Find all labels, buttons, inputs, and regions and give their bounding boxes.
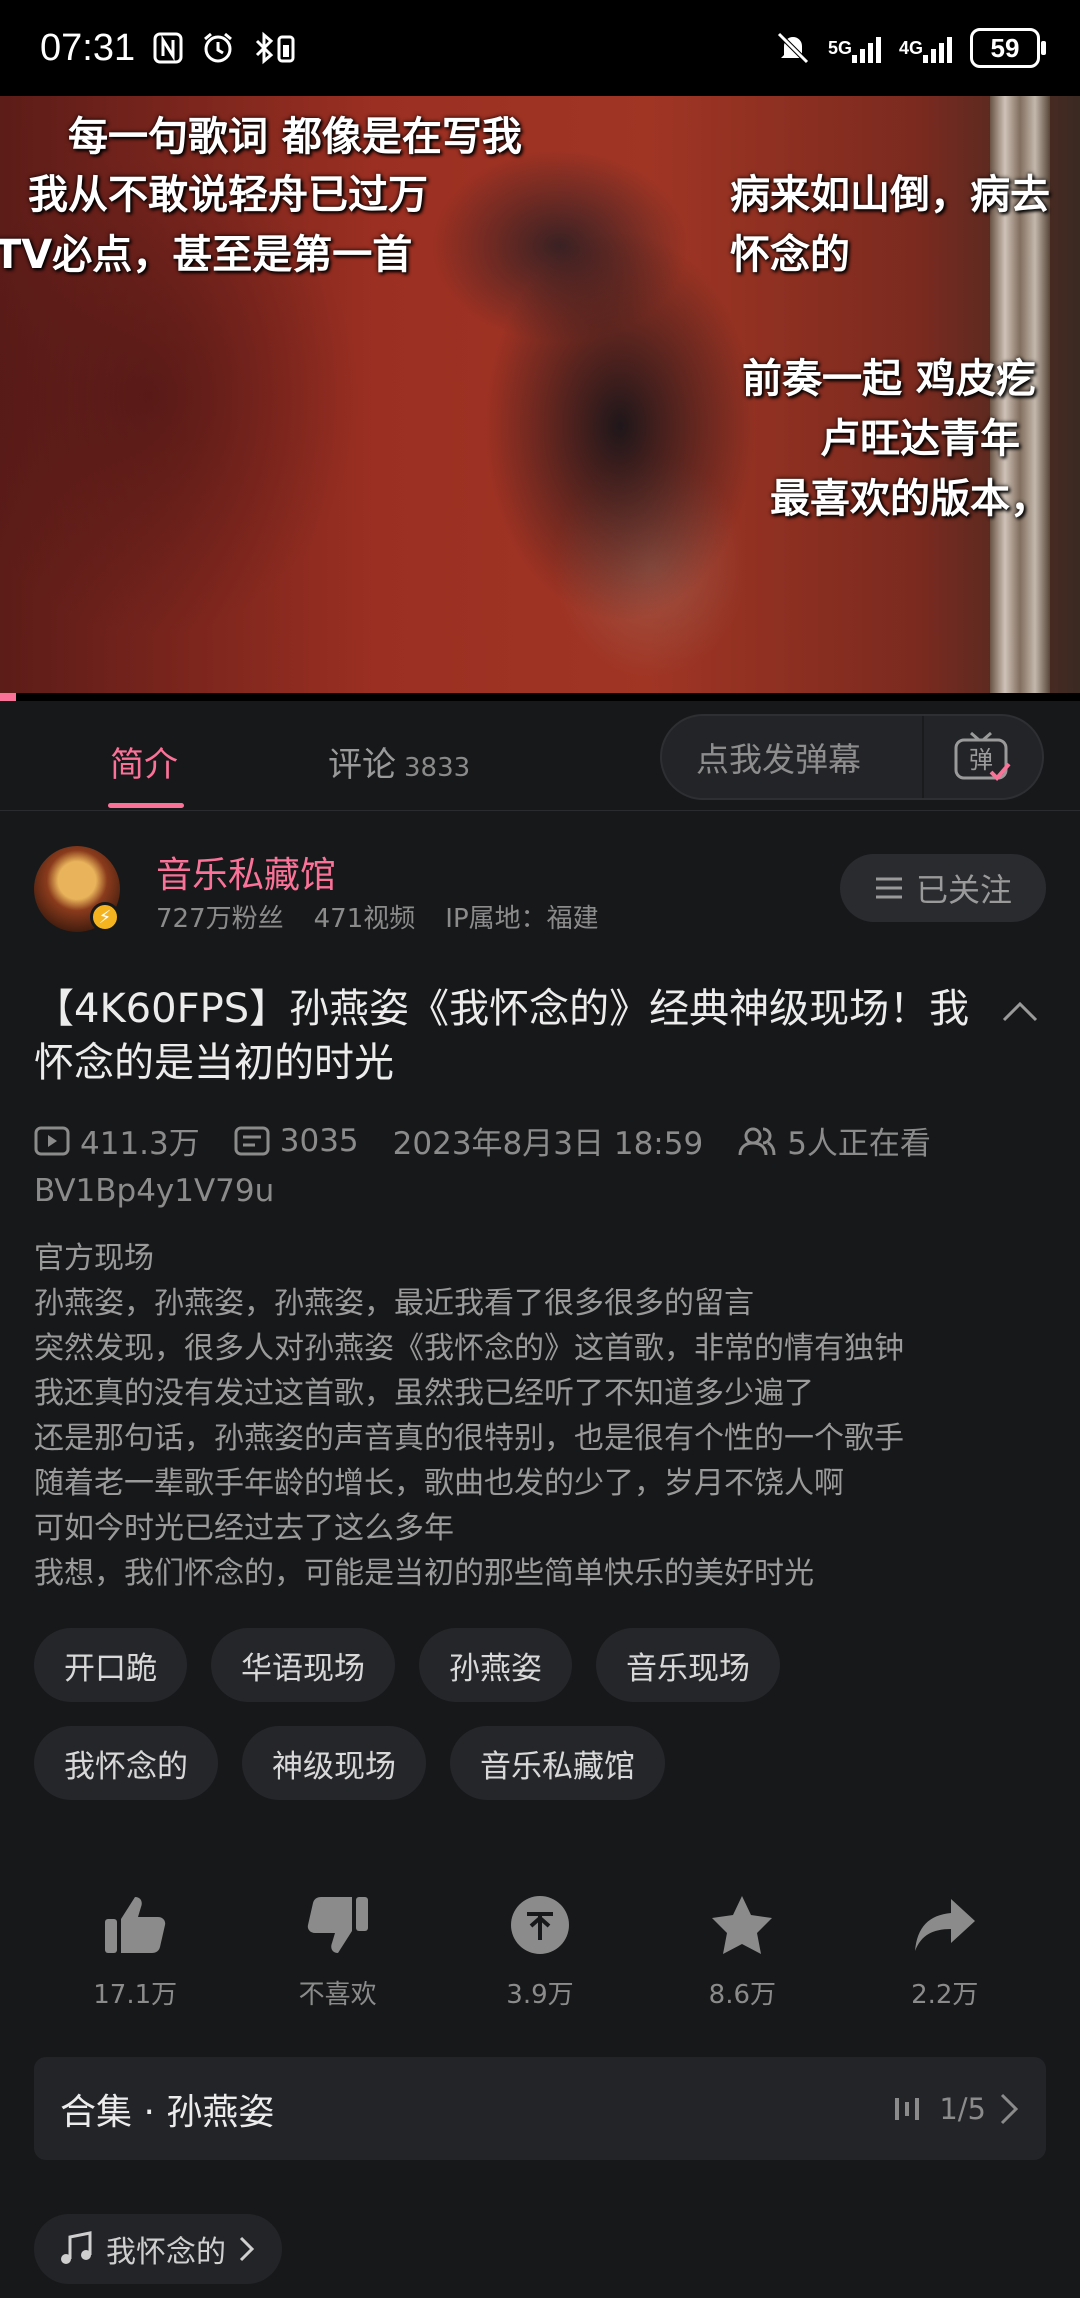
watching-count: 5人正在看	[787, 1126, 931, 1162]
video-stats: 411.3万 3035 2023年8月3日 18:59 5人正在看	[34, 1118, 931, 1163]
lightning-badge-icon: ⚡	[90, 902, 120, 932]
description-line: 我想，我们怀念的，可能是当初的那些简单快乐的美好时光	[34, 1556, 814, 1591]
tag-list: 开口跪 华语现场 孙燕姿 音乐现场 我怀念的 神级现场 音乐私藏馆	[34, 1628, 1054, 1824]
chevron-right-icon	[1000, 2093, 1019, 2124]
coin-count: 3.9万	[506, 1980, 574, 2010]
video-progress-bar[interactable]	[0, 693, 1080, 701]
danmaku-button-label: 弹	[969, 746, 993, 774]
thumbs-up-icon	[100, 1890, 170, 1960]
battery-icon: 59	[970, 28, 1046, 68]
uploader-meta: 727万粉丝 471视频 IP属地：福建	[156, 898, 599, 935]
bgm-chip[interactable]: 我怀念的	[34, 2214, 282, 2284]
menu-icon	[875, 877, 902, 899]
favorite-button[interactable]: 8.6万	[662, 1890, 822, 2011]
danmaku-bullet: 病来如山倒，病去	[730, 172, 1050, 218]
description-line: 我还真的没有发过这首歌，虽然我已经听了不知道多少遍了	[34, 1376, 814, 1411]
danmaku-bullet: 每一句歌词 都像是在写我	[68, 114, 522, 160]
collection-count: 1/5	[939, 2091, 986, 2126]
nfc-icon	[153, 32, 183, 64]
tab-intro[interactable]: 简介	[110, 737, 178, 786]
uploader-ip: IP属地：福建	[445, 904, 599, 934]
description-line: 官方现场	[34, 1241, 154, 1276]
view-count: 411.3万	[80, 1126, 200, 1162]
clock: 07:31	[40, 26, 136, 69]
like-count: 17.1万	[93, 1980, 178, 2010]
network-label-2: 4G	[898, 38, 923, 58]
tag-chip[interactable]: 音乐私藏馆	[450, 1726, 665, 1800]
share-arrow-icon	[910, 1890, 980, 1960]
uploader-row: ⚡ 音乐私藏馆 727万粉丝 471视频 IP属地：福建 已关注	[34, 846, 1046, 936]
bvid-label[interactable]: BV1Bp4y1V79u	[34, 1173, 274, 1209]
danmaku-bullet: 我从不敢说轻舟已过万	[28, 172, 428, 218]
uploader-name[interactable]: 音乐私藏馆	[156, 846, 336, 898]
description-line: 孙燕姿，孙燕姿，孙燕姿，最近我看了很多很多的留言	[34, 1286, 754, 1321]
tab-comments-label: 评论	[328, 745, 396, 785]
danmaku-count-icon	[234, 1126, 270, 1155]
description-line: 可如今时光已经过去了这么多年	[34, 1511, 454, 1546]
signal-5g-icon: 5G	[828, 33, 881, 63]
video-player[interactable]: 每一句歌词 都像是在写我 我从不敢说轻舟已过万 病来如山倒，病去 TV必点，甚至…	[0, 96, 1080, 701]
share-button[interactable]: 2.2万	[865, 1890, 1025, 2011]
follow-label: 已关注	[915, 871, 1012, 909]
bluetooth-battery-icon	[253, 31, 297, 65]
description-line: 还是那句话，孙燕姿的声音真的很特别，也是很有个性的一个歌手	[34, 1421, 904, 1456]
video-progress-fill	[0, 693, 17, 701]
network-label-1: 5G	[827, 38, 852, 58]
music-note-icon	[61, 2231, 92, 2264]
uploader-fans: 727万粉丝	[156, 904, 284, 934]
danmaku-bullet: 前奏一起 鸡皮疙	[742, 356, 1036, 402]
playlist-bars-icon	[895, 2097, 920, 2120]
tag-chip[interactable]: 华语现场	[211, 1628, 395, 1702]
danmaku-input[interactable]: 点我发弹幕 弹	[660, 714, 1044, 800]
collection-progress: 1/5	[893, 2092, 1020, 2126]
mute-icon	[776, 31, 810, 65]
tag-chip[interactable]: 音乐现场	[596, 1628, 780, 1702]
danmaku-bullet: TV必点，甚至是第一首	[0, 232, 413, 278]
chevron-up-icon[interactable]	[1000, 992, 1040, 1032]
publish-date: 2023年8月3日 18:59	[392, 1126, 704, 1162]
battery-level: 59	[990, 32, 1020, 63]
status-bar: 07:31 5G 4G 59	[0, 0, 1080, 96]
danmaku-bullet: 最喜欢的版本，	[770, 476, 1050, 522]
share-count: 2.2万	[911, 1980, 979, 2010]
video-title: 【4K60FPS】孙燕姿《我怀念的》经典神级现场！我怀念的是当初的时光	[34, 986, 970, 1086]
tag-chip[interactable]: 孙燕姿	[419, 1628, 572, 1702]
description-line: 突然发现，很多人对孙燕姿《我怀念的》这首歌，非常的情有独钟	[34, 1331, 904, 1366]
favorite-count: 8.6万	[708, 1980, 777, 2010]
comments-count: 3833	[404, 753, 471, 783]
dislike-button[interactable]: 不喜欢	[258, 1890, 418, 2011]
tag-chip[interactable]: 开口跪	[34, 1628, 187, 1702]
danmaku-tv-icon: 弹	[954, 731, 1011, 781]
danmaku-count: 3035	[279, 1122, 359, 1159]
collection-title: 合集 · 孙燕姿	[60, 2091, 275, 2133]
tab-comments[interactable]: 评论 3833	[328, 737, 470, 786]
play-count-icon	[34, 1126, 70, 1155]
danmaku-toggle-button[interactable]: 弹	[922, 716, 1042, 798]
danmaku-placeholder: 点我发弹幕	[696, 740, 861, 779]
coin-icon	[505, 1890, 575, 1960]
follow-button[interactable]: 已关注	[840, 854, 1046, 922]
coin-button[interactable]: 3.9万	[460, 1890, 620, 2011]
like-button[interactable]: 17.1万	[55, 1890, 215, 2011]
description-line: 随着老一辈歌手年龄的增长，歌曲也发的少了，岁月不饶人啊	[34, 1466, 844, 1501]
signal-4g-icon: 4G	[899, 33, 952, 63]
bgm-title: 我怀念的	[106, 2235, 226, 2270]
danmaku-bullet: 怀念的	[730, 232, 850, 278]
chevron-right-icon	[239, 2236, 255, 2262]
collection-card[interactable]: 合集 · 孙燕姿 1/5	[34, 2057, 1046, 2160]
star-icon	[707, 1890, 777, 1960]
tab-active-indicator	[108, 803, 184, 808]
watching-users-icon	[738, 1127, 776, 1155]
uploader-videos: 471视频	[313, 904, 416, 934]
alarm-icon	[201, 31, 235, 65]
tag-chip[interactable]: 神级现场	[242, 1726, 426, 1800]
danmaku-bullet: 卢旺达青年	[820, 416, 1020, 462]
action-bar: 17.1万 不喜欢 3.9万 8.6万 2.2万	[34, 1890, 1046, 2011]
tag-chip[interactable]: 我怀念的	[34, 1726, 218, 1800]
thumbs-down-icon	[303, 1890, 373, 1960]
dislike-label: 不喜欢	[298, 1980, 377, 2010]
video-description: 官方现场 孙燕姿，孙燕姿，孙燕姿，最近我看了很多很多的留言 突然发现，很多人对孙…	[34, 1236, 1054, 1596]
